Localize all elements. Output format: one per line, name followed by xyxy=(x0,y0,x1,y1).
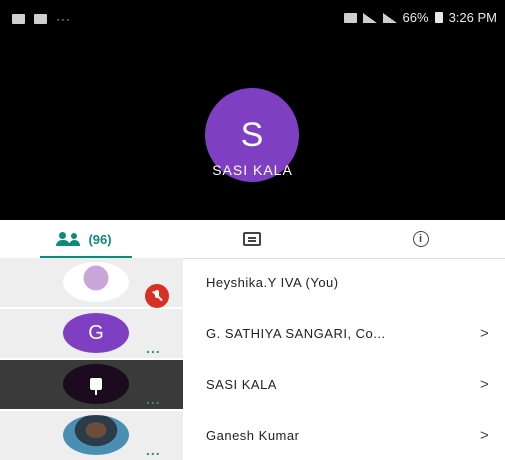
participant-tile: ... xyxy=(0,411,183,460)
status-notifications: ··· xyxy=(12,12,71,26)
mic-off-icon xyxy=(152,290,162,302)
status-bar: ··· 66% 3:26 PM xyxy=(0,0,505,38)
avatar xyxy=(63,415,129,455)
avatar xyxy=(63,262,129,302)
chevron-right-icon[interactable]: > xyxy=(480,411,489,460)
message-notification-icon xyxy=(34,14,47,24)
more-options-icon[interactable]: ... xyxy=(146,392,161,406)
participant-row[interactable]: ... Ganesh Kumar > xyxy=(0,411,505,460)
people-icon xyxy=(56,232,82,246)
participant-tile: G ... xyxy=(0,309,183,358)
status-indicators: 66% 3:26 PM xyxy=(343,10,497,25)
participant-row[interactable]: ... SASI KALA > xyxy=(0,360,505,409)
participant-tile: ... xyxy=(0,360,183,409)
avatar-initial: G xyxy=(88,321,104,344)
signal-icon xyxy=(362,12,377,23)
main-speaker-view[interactable]: S SASI KALA xyxy=(0,38,505,220)
cast-icon xyxy=(343,12,357,23)
muted-badge xyxy=(145,284,169,308)
avatar: G xyxy=(63,313,129,353)
signal-icon-2 xyxy=(382,12,397,23)
tab-bar: (96) i xyxy=(0,220,505,259)
chat-icon xyxy=(243,232,261,246)
participant-name: Heyshika.Y IVA (You) xyxy=(206,275,339,290)
tab-info[interactable]: i xyxy=(336,220,505,258)
battery-icon xyxy=(434,12,443,23)
participant-name: SASI KALA xyxy=(206,377,277,392)
participant-row[interactable]: G ... G. SATHIYA SANGARI, Co... > xyxy=(0,309,505,358)
pin-icon xyxy=(90,378,102,395)
participant-name: Ganesh Kumar xyxy=(206,428,300,443)
speaker-initial: S xyxy=(240,115,264,154)
clock: 3:26 PM xyxy=(448,10,497,25)
more-options-icon[interactable]: ... xyxy=(146,341,161,355)
chevron-right-icon[interactable]: > xyxy=(480,309,489,358)
chevron-right-icon[interactable]: > xyxy=(480,360,489,409)
more-notifications: ··· xyxy=(56,12,71,26)
participant-count: (96) xyxy=(88,231,112,247)
image-notification-icon xyxy=(12,14,25,24)
more-options-icon[interactable]: ... xyxy=(146,443,161,457)
participant-row[interactable]: Heyshika.Y IVA (You) xyxy=(0,258,505,308)
avatar xyxy=(63,364,129,404)
tab-people[interactable]: (96) xyxy=(0,220,168,258)
tab-chat[interactable] xyxy=(168,220,336,258)
info-icon: i xyxy=(412,231,429,247)
participant-name: G. SATHIYA SANGARI, Co... xyxy=(206,326,386,341)
speaker-name: SASI KALA xyxy=(212,162,293,178)
battery-level: 66% xyxy=(402,10,429,25)
participant-tile xyxy=(0,258,183,308)
